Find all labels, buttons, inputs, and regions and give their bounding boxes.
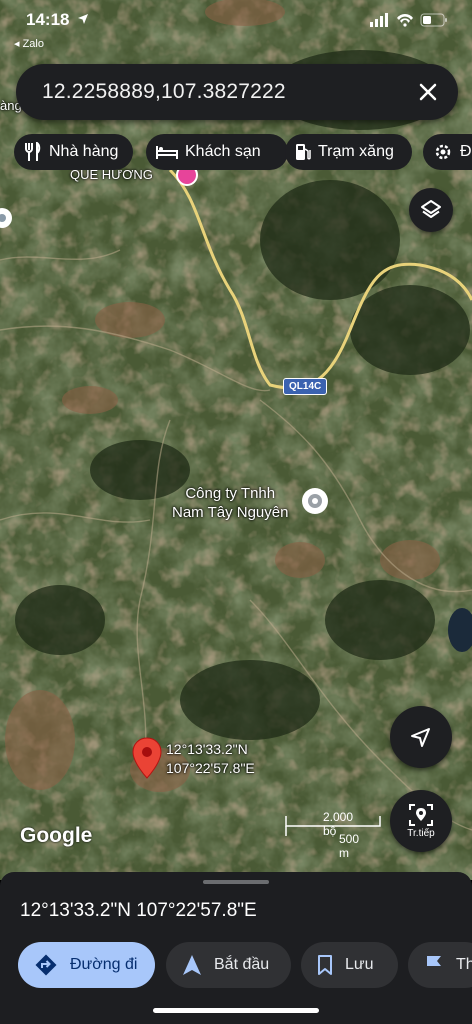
road-shield: QL14C — [283, 378, 328, 395]
chip-more[interactable]: Đi — [423, 134, 472, 170]
start-button[interactable]: Bắt đầu — [166, 942, 291, 988]
chip-hotels[interactable]: Khách sạn — [146, 134, 288, 170]
navigation-arrow-icon — [411, 728, 430, 747]
action-label: Lưu — [345, 956, 374, 973]
label-button[interactable]: Th — [408, 942, 472, 988]
directions-icon — [35, 954, 57, 976]
search-input[interactable]: 12.2258889,107.3827222 — [42, 80, 286, 104]
hotel-icon — [156, 146, 178, 159]
chip-gas-stations[interactable]: Trạm xăng — [285, 134, 412, 170]
street-view-button[interactable]: Tr.tiếp — [390, 790, 452, 852]
bottom-sheet[interactable]: 12°13'33.2"N 107°22'57.8"E Đường đi Bắt … — [0, 872, 472, 1024]
sheet-coordinates: 12°13'33.2"N 107°22'57.8"E — [20, 900, 257, 921]
save-button[interactable]: Lưu — [301, 942, 398, 988]
chip-label: Trạm xăng — [318, 143, 394, 160]
street-view-icon — [409, 804, 433, 826]
chip-label: Khách sạn — [185, 143, 261, 160]
status-bar: 14:18 ◂ Zalo — [0, 0, 472, 50]
street-view-label: Tr.tiếp — [407, 828, 435, 839]
signal-wifi-battery-icon — [370, 13, 447, 27]
clock: 14:18 — [26, 10, 70, 29]
chip-label: Đi — [460, 143, 472, 160]
restaurant-icon — [25, 142, 41, 161]
my-location-button[interactable] — [390, 706, 452, 768]
action-label: Bắt đầu — [214, 956, 270, 973]
location-arrow-icon — [78, 14, 89, 24]
flag-icon — [427, 956, 441, 975]
status-time: 14:18 — [26, 10, 89, 30]
back-to-app-link[interactable]: ◂ Zalo — [14, 37, 44, 50]
gear-icon — [435, 144, 451, 160]
action-label: Th — [456, 956, 472, 973]
google-attribution: Google — [20, 824, 93, 847]
close-icon[interactable] — [412, 76, 444, 108]
layers-button[interactable] — [409, 188, 453, 232]
chip-restaurants[interactable]: Nhà hàng — [14, 134, 133, 170]
gas-station-icon — [296, 144, 311, 160]
status-icons — [370, 13, 448, 32]
dropped-pin-icon[interactable] — [132, 737, 162, 779]
navigation-arrow-icon — [183, 955, 201, 975]
layers-icon — [421, 200, 441, 218]
bookmark-icon — [318, 955, 332, 975]
home-indicator[interactable] — [153, 1008, 319, 1013]
scale-bar — [285, 816, 381, 836]
company-pin-icon[interactable] — [302, 488, 328, 514]
sheet-drag-handle[interactable] — [203, 880, 269, 884]
company-label[interactable]: Công ty Tnhh Nam Tây Nguyên — [172, 484, 288, 522]
action-label: Đường đi — [70, 956, 138, 973]
search-bar[interactable]: 12.2258889,107.3827222 — [16, 64, 458, 120]
directions-button[interactable]: Đường đi — [18, 942, 155, 988]
chip-label: Nhà hàng — [49, 143, 119, 160]
pin-coordinates-label: 12°13'33.2"N 107°22'57.8"E — [166, 741, 255, 776]
